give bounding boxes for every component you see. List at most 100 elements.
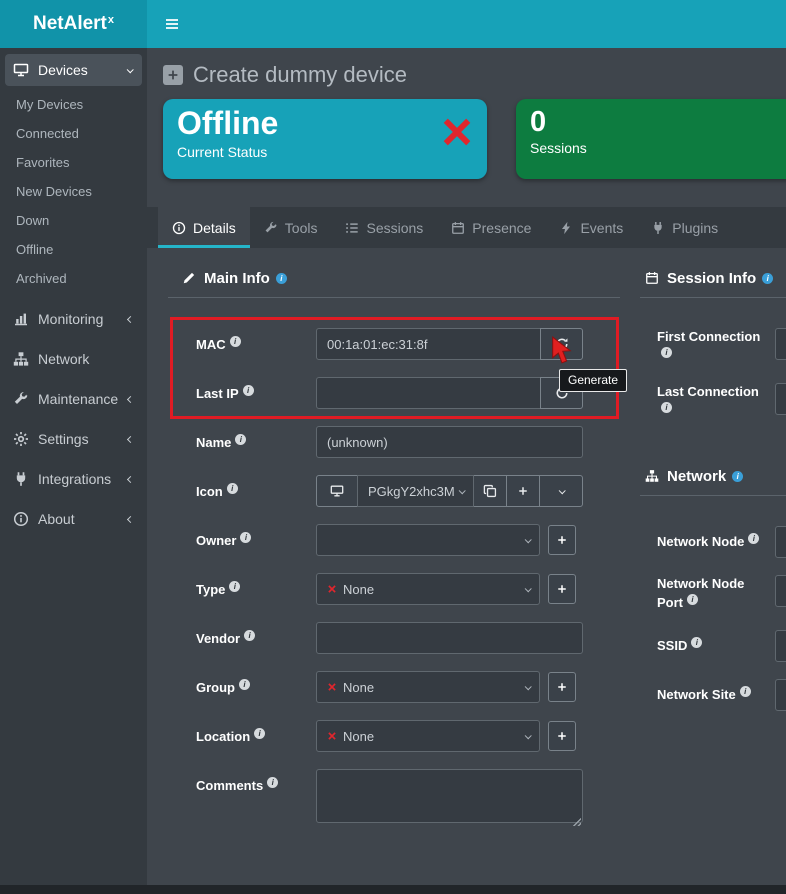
comments-label: Comments xyxy=(168,769,316,793)
sidebar-item-label: Monitoring xyxy=(38,311,103,327)
top-navbar xyxy=(147,0,786,48)
location-select-value: None xyxy=(343,729,374,744)
plug-icon xyxy=(651,221,665,235)
info-icon xyxy=(229,581,240,592)
mouse-cursor-annotation xyxy=(550,336,576,367)
info-icon xyxy=(691,637,702,648)
group-select[interactable]: None xyxy=(316,671,540,703)
network-node-label: Network Node xyxy=(657,533,759,552)
sidebar-subitem-offline[interactable]: Offline xyxy=(0,235,147,264)
sidebar-subitem-favorites[interactable]: Favorites xyxy=(0,148,147,177)
mac-input[interactable] xyxy=(316,328,541,360)
red-x-icon xyxy=(327,584,337,594)
owner-select[interactable] xyxy=(316,524,540,556)
plus-icon xyxy=(556,681,568,693)
sidebar-item-monitoring[interactable]: Monitoring xyxy=(0,299,147,339)
sidebar-subitem-down[interactable]: Down xyxy=(0,206,147,235)
info-icon xyxy=(748,533,759,544)
details-panel: Main Info MAC Last IP xyxy=(147,248,786,845)
sidebar-item-about[interactable]: About xyxy=(0,499,147,539)
sidebar-item-integrations[interactable]: Integrations xyxy=(0,459,147,499)
chevron-down-icon xyxy=(459,487,466,494)
sidebar-item-settings[interactable]: Settings xyxy=(0,419,147,459)
info-icon xyxy=(661,402,672,413)
app-logo[interactable]: NetAlertx xyxy=(0,0,147,48)
copy-icon-button[interactable] xyxy=(473,475,507,507)
network-node-row: Network Node xyxy=(640,526,786,558)
chevron-down-icon xyxy=(525,732,532,739)
location-row: Location None xyxy=(168,720,620,752)
tab-label: Plugins xyxy=(672,220,718,236)
info-icon xyxy=(661,347,672,358)
add-type-button[interactable] xyxy=(548,574,576,604)
icon-dropdown-button[interactable] xyxy=(539,475,583,507)
chart-bar-icon xyxy=(13,311,29,327)
calendar-icon xyxy=(645,271,659,285)
last-ip-label: Last IP xyxy=(168,385,316,401)
info-icon xyxy=(267,777,278,788)
network-site-input[interactable] xyxy=(775,679,786,711)
group-label: Group xyxy=(168,679,316,695)
info-icon xyxy=(687,594,698,605)
sidebar-item-maintenance[interactable]: Maintenance xyxy=(0,379,147,419)
ssid-input[interactable] xyxy=(775,630,786,662)
chevron-down-icon xyxy=(525,536,532,543)
sidebar-item-label: Maintenance xyxy=(38,391,118,407)
generate-tooltip: Generate xyxy=(559,369,627,392)
red-x-icon xyxy=(327,731,337,741)
add-icon-button[interactable] xyxy=(506,475,540,507)
sidebar-toggle-button[interactable] xyxy=(164,14,184,34)
name-input[interactable] xyxy=(316,426,583,458)
detail-tabs: Details Tools Sessions Presence Events xyxy=(147,207,786,248)
last-ip-input[interactable] xyxy=(316,377,541,409)
current-status-card[interactable]: Offline Current Status xyxy=(163,99,487,179)
ssid-label: SSID xyxy=(657,637,702,656)
last-connection-input[interactable] xyxy=(775,383,786,415)
tab-events[interactable]: Events xyxy=(545,207,637,248)
type-select[interactable]: None xyxy=(316,573,540,605)
icon-select[interactable]: PGkgY2xhc3M xyxy=(357,475,474,507)
chevron-left-icon xyxy=(127,395,134,402)
sidebar-item-network[interactable]: Network xyxy=(0,339,147,379)
tab-sessions[interactable]: Sessions xyxy=(331,207,437,248)
tab-plugins[interactable]: Plugins xyxy=(637,207,732,248)
add-group-button[interactable] xyxy=(548,672,576,702)
comments-row: Comments xyxy=(168,769,620,828)
first-connection-row: First Connection xyxy=(640,328,786,366)
list-icon xyxy=(345,221,359,235)
network-node-port-input[interactable] xyxy=(775,575,786,607)
sidebar-subitem-archived[interactable]: Archived xyxy=(0,264,147,293)
sidebar-subitem-connected[interactable]: Connected xyxy=(0,119,147,148)
first-connection-input[interactable] xyxy=(775,328,786,360)
section-divider xyxy=(640,495,786,496)
mac-label: MAC xyxy=(168,336,316,352)
chevron-down-icon xyxy=(525,683,532,690)
icon-label: Icon xyxy=(168,483,316,499)
copy-icon xyxy=(483,484,497,498)
vendor-input[interactable] xyxy=(316,622,583,654)
last-connection-row: Last Connection xyxy=(640,383,786,421)
bolt-icon xyxy=(559,221,573,235)
sessions-card[interactable]: 0 Sessions xyxy=(516,99,786,179)
add-owner-button[interactable] xyxy=(548,525,576,555)
add-location-button[interactable] xyxy=(548,721,576,751)
sidebar-subitem-new-devices[interactable]: New Devices xyxy=(0,177,147,206)
icon-preview-button[interactable] xyxy=(316,475,358,507)
tab-presence[interactable]: Presence xyxy=(437,207,545,248)
comments-textarea[interactable] xyxy=(316,769,583,823)
network-node-input[interactable] xyxy=(775,526,786,558)
brand-superscript: x xyxy=(108,14,114,26)
hamburger-icon xyxy=(164,16,180,32)
icon-row: Icon PGkgY2xhc3M xyxy=(168,475,620,507)
devices-submenu: My Devices Connected Favorites New Devic… xyxy=(0,86,147,299)
group-select-value: None xyxy=(343,680,374,695)
sidebar-subitem-my-devices[interactable]: My Devices xyxy=(0,90,147,119)
tab-details[interactable]: Details xyxy=(158,207,250,248)
plus-icon xyxy=(517,485,529,497)
sidebar-item-devices[interactable]: Devices xyxy=(5,54,142,86)
network-site-row: Network Site xyxy=(640,679,786,711)
plus-icon xyxy=(556,583,568,595)
section-divider xyxy=(640,297,786,298)
location-select[interactable]: None xyxy=(316,720,540,752)
tab-tools[interactable]: Tools xyxy=(250,207,332,248)
